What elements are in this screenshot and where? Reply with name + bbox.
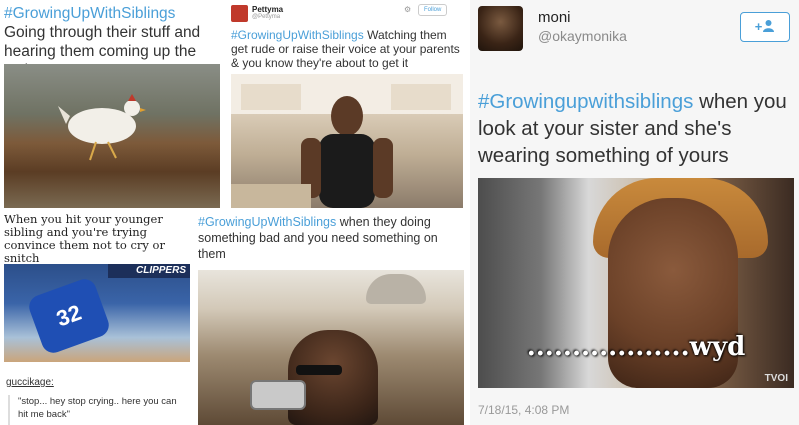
tweet-tile-parents: Pettyma @Pettyma ⚙ Follow #GrowingUpWith… [226,0,466,210]
running-chicken-photo [4,64,220,208]
gear-icon[interactable]: ⚙ [404,5,411,14]
chicken-illustration [58,94,146,161]
arena-banner: CLIPPERS [108,264,190,278]
tweet-caption: #GrowingUpWithSiblings when they doing s… [198,214,468,262]
tweet-caption: #Growingupwithsiblings when you look at … [478,88,794,169]
camera-woman-photo [198,270,464,425]
follow-button[interactable]: Follow [418,4,448,16]
camera-icon [250,380,306,410]
follow-button[interactable]: + [740,12,790,42]
tumblr-tile-basketball: When you hit your younger sibling and yo… [0,212,192,425]
tumblr-quote: "stop... hey stop crying.. here you can … [8,395,188,425]
tweet-tile-camera: #GrowingUpWithSiblings when they doing s… [194,212,468,425]
hashtag-link[interactable]: #GrowingUpWithSiblings [198,215,336,229]
tweet-username[interactable]: Pettyma [252,5,283,14]
tweet-tile-sister: moni @okaymonika + #Growingupwithsibling… [470,0,799,425]
meme-tile-stairs: #GrowingUpWithSiblings Going through the… [0,0,224,210]
man-eating-photo [231,74,463,208]
hashtag-link[interactable]: #Growingupwithsiblings [478,90,693,113]
avatar[interactable] [478,6,523,51]
tweet-handle[interactable]: @Pettyma [252,14,280,20]
tumblr-username[interactable]: guccikage: [6,377,54,388]
sunglasses-shape [296,365,342,375]
person-icon [763,20,775,32]
hat-shape [366,274,426,304]
avatar[interactable] [231,5,248,22]
hashtag-link[interactable]: #GrowingUpWithSiblings [231,28,364,42]
tweet-timestamp[interactable]: 7/18/15, 4:08 PM [478,403,569,417]
hashtag-link[interactable]: #GrowingUpWithSiblings [4,5,175,22]
tweet-handle[interactable]: @okaymonika [538,28,627,44]
jersey-number: 32 [25,275,113,357]
person-shape [288,330,378,425]
basketball-photo: CLIPPERS 32 [4,264,190,362]
woman-reaction-photo: ..................wyd TVOI [478,178,794,388]
tweet-username[interactable]: moni [538,9,571,26]
post-caption: When you hit your younger sibling and yo… [4,212,165,265]
watermark-logo: TVOI [764,373,788,384]
tweet-caption: #GrowingUpWithSiblings Watching them get… [231,28,463,70]
man-illustration [231,74,463,208]
add-user-icon: + [754,19,763,34]
image-overlay-text: ..................wyd [526,332,746,362]
